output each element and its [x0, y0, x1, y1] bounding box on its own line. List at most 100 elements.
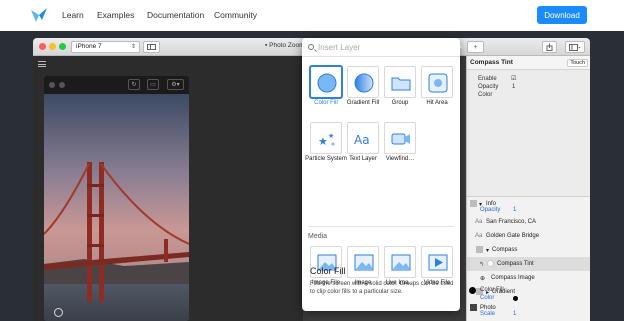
prop-color-label: Color: [478, 92, 493, 98]
prop-opacity-label: Opacity: [478, 84, 499, 90]
prop-opacity-value[interactable]: 1: [512, 84, 515, 90]
tile-text-layer[interactable]: Aa: [347, 122, 379, 154]
tile-label: Hit Area: [426, 100, 448, 106]
nav-link-examples[interactable]: Examples: [97, 10, 134, 20]
text-layer-icon: Aa: [354, 133, 370, 147]
insert-layer-button[interactable]: +: [467, 41, 484, 53]
compass-icon[interactable]: [54, 308, 63, 317]
layer-info-opacity-label: Opacity: [480, 207, 501, 213]
tile-viewfinder[interactable]: [384, 122, 416, 154]
svg-text:★: ★: [318, 135, 328, 148]
site-nav: Learn Examples Documentation Community D…: [0, 0, 624, 31]
download-button[interactable]: Download: [537, 6, 587, 24]
layer-label: Compass Image: [491, 275, 535, 281]
text-layer-icon: Aa: [475, 219, 483, 225]
tile-hit-area[interactable]: [421, 66, 453, 98]
document-title: ▪ Photo Zoom: [265, 42, 305, 49]
fullscreen-button[interactable]: ▭: [147, 79, 159, 90]
section-divider: [308, 226, 454, 227]
tile-video-file[interactable]: [421, 246, 453, 278]
maximize-window-icon[interactable]: [59, 43, 66, 50]
layer-info-opacity-value[interactable]: 1: [513, 207, 516, 213]
layout-toggle-button[interactable]: [143, 41, 160, 53]
preview-toolbar: ↻ ▭ ⚙▾: [44, 76, 189, 94]
tile-color-fill[interactable]: [310, 66, 342, 98]
insert-layer-popover: Color Fill Gradient Fill Group Hit Area …: [302, 38, 460, 311]
share-button[interactable]: [542, 41, 557, 53]
layer-photo-scale-value[interactable]: 1: [513, 311, 516, 317]
layer-list: ▾ Info Opacity 1 Aa San Francisco, CA Aa…: [467, 196, 590, 321]
tile-gradient-fill[interactable]: [347, 66, 379, 98]
chevron-updown-icon: ⇕: [130, 44, 136, 50]
share-icon: [546, 43, 553, 51]
tile-group[interactable]: [384, 66, 416, 98]
search-input[interactable]: [318, 41, 453, 54]
preview-dot-icon: [59, 82, 65, 88]
plus-icon: +: [473, 43, 478, 51]
gradient-fill-icon: [354, 73, 374, 93]
photo-layer-icon: [470, 304, 477, 311]
description-title: Color Fill: [310, 266, 346, 276]
layer-group-icon: [470, 200, 477, 207]
touch-button[interactable]: Touch: [567, 59, 588, 67]
inspector-title: Compass Tint: [470, 59, 513, 66]
tile-live-image[interactable]: [384, 246, 416, 278]
tile-image[interactable]: [347, 246, 379, 278]
layer-group-icon: [476, 246, 483, 253]
close-window-icon[interactable]: [39, 43, 46, 50]
layer-row-text[interactable]: Aa Golden Gate Bridge: [467, 229, 590, 243]
layer-color-fill-color-label: Color: [480, 295, 495, 301]
document-title-text: Photo Zoom: [269, 42, 305, 49]
media-section-label: Media: [308, 233, 328, 240]
nav-link-community[interactable]: Community: [214, 10, 257, 20]
layer-label: Golden Gate Bridge: [486, 233, 540, 239]
image-icon: [354, 254, 374, 271]
minimize-window-icon[interactable]: [49, 43, 56, 50]
preview-dot-icon: [49, 82, 55, 88]
layer-row-compass-tint[interactable]: ↰ Compass Tint: [467, 257, 590, 271]
rotate-button[interactable]: ↻: [128, 79, 140, 90]
device-select[interactable]: iPhone 7 ⇕: [71, 41, 140, 53]
layer-row-compass-image[interactable]: ⊕ Compass Image: [467, 271, 590, 285]
nav-link-learn[interactable]: Learn: [62, 10, 84, 20]
compass-icon: ⊕: [480, 276, 486, 282]
settings-button[interactable]: ⚙▾: [167, 79, 184, 90]
device-preview: ↻ ▭ ⚙▾: [44, 76, 189, 321]
live-image-icon: [391, 254, 411, 271]
svg-text:Aa: Aa: [354, 133, 370, 147]
framer-logo-icon[interactable]: [30, 7, 48, 23]
device-select-value: iPhone 7: [76, 43, 102, 50]
color-fill-swatch-icon: [469, 287, 476, 294]
prop-enable-label: Enable: [478, 76, 497, 82]
description-text: Fills the screen with a solid color. Gro…: [310, 281, 454, 295]
viewfinder-icon: [391, 133, 410, 145]
particle-system-icon: ★ ★: [318, 132, 335, 148]
video-file-icon: [428, 254, 448, 271]
disclosure-open-icon[interactable]: ▾: [486, 247, 489, 254]
prop-enable-checkbox[interactable]: ☑: [511, 75, 516, 82]
inspector-header: Compass Tint Touch: [467, 56, 590, 70]
nav-link-documentation[interactable]: Documentation: [147, 10, 204, 20]
inspector-panel: Compass Tint Touch Enable ☑ Opacity 1 Co…: [466, 56, 590, 321]
color-fill-icon: [487, 260, 494, 267]
layer-label: Compass: [492, 247, 518, 253]
document-icon: ▪: [265, 42, 268, 49]
color-swatch[interactable]: [513, 296, 518, 301]
layer-label: Compass Tint: [497, 261, 534, 267]
menu-icon[interactable]: [38, 61, 46, 67]
tile-label: Viewfind…: [385, 156, 415, 162]
color-fill-icon: [317, 73, 337, 93]
panels-button[interactable]: [565, 41, 585, 53]
golden-gate-photo: [44, 94, 189, 321]
svg-text:★: ★: [328, 132, 334, 140]
text-layer-icon: Aa: [475, 233, 483, 239]
tile-particle-system[interactable]: ★ ★: [310, 122, 342, 154]
layer-color-fill-label[interactable]: Color Fill: [480, 287, 504, 293]
panels-icon: [569, 43, 581, 51]
layer-row-text[interactable]: Aa San Francisco, CA: [467, 215, 590, 229]
link-arrow-icon: ↰: [479, 262, 485, 268]
layer-row-compass[interactable]: ▾ Compass: [467, 243, 590, 257]
layer-photo-scale-label: Scale: [480, 311, 496, 317]
search-icon: [308, 44, 314, 50]
split-view-icon: [147, 44, 156, 50]
